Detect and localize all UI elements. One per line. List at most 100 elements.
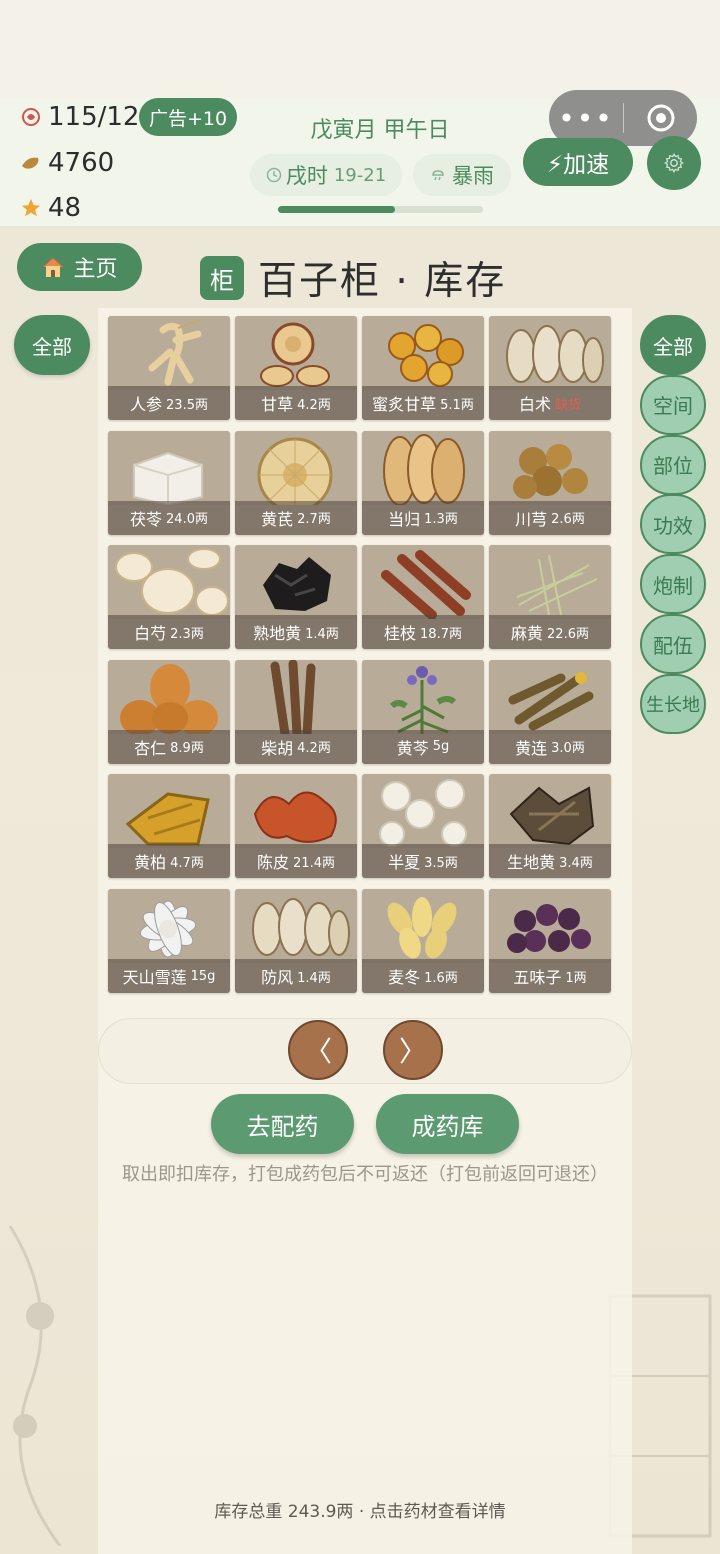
- weather-chip: 暴雨: [413, 154, 511, 196]
- home-button[interactable]: 主页: [17, 243, 142, 291]
- herb-label: 麻黄 22.6两: [489, 615, 611, 650]
- herb-label: 黄芪 2.7两: [235, 500, 357, 535]
- herb-card[interactable]: 五味子 1两: [489, 889, 611, 993]
- next-page-button[interactable]: 〉: [383, 1020, 443, 1080]
- herb-image: [362, 889, 484, 963]
- left-filter-all[interactable]: 全部: [14, 315, 90, 375]
- herb-quantity: 1.4两: [305, 626, 339, 642]
- category-tab-2[interactable]: 部位: [640, 434, 706, 495]
- time-range: 19-21: [333, 164, 387, 186]
- category-tab-1[interactable]: 空间: [640, 374, 706, 435]
- herb-name: 五味子: [513, 968, 562, 987]
- dispense-button[interactable]: 去配药: [211, 1094, 354, 1154]
- herb-quantity: 2.3两: [170, 626, 204, 642]
- herb-label: 杏仁 8.9两: [108, 729, 230, 764]
- speed-up-button[interactable]: ⚡加速: [523, 138, 633, 186]
- herb-label: 川芎 2.6两: [489, 500, 611, 535]
- settings-button[interactable]: [647, 136, 701, 190]
- herb-card[interactable]: 黄柏 4.7两: [108, 774, 230, 879]
- herb-label: 桂枝 18.7两: [362, 615, 484, 650]
- herb-card[interactable]: 杏仁 8.9两: [108, 659, 230, 764]
- stars-value: 48: [48, 193, 82, 223]
- category-tab-3[interactable]: 功效: [640, 494, 706, 555]
- herb-card[interactable]: 甘草 4.2两: [235, 316, 357, 420]
- dispense-hint: 取出即扣库存，打包成药包后不可返还（打包前返回可退还）: [122, 1164, 608, 1185]
- more-menu-button[interactable]: •••: [549, 102, 623, 135]
- inventory-footer: 库存总重 243.9两 · 点击药材查看详情: [214, 1502, 506, 1522]
- cabinet-badge: 柜: [200, 256, 244, 300]
- target-icon: [647, 104, 674, 132]
- herb-card[interactable]: 当归 1.3两: [362, 430, 484, 535]
- herb-card[interactable]: 熟地黄 1.4两: [235, 545, 357, 650]
- herb-name: 白芍: [134, 624, 167, 644]
- herb-card[interactable]: 白芍 2.3两: [108, 545, 230, 650]
- herb-name: 甘草: [261, 395, 294, 414]
- herb-name: 柴胡: [261, 738, 294, 758]
- herb-image: [108, 659, 230, 736]
- herb-label: 当归 1.3两: [362, 500, 484, 535]
- herb-name: 防风: [261, 968, 294, 987]
- herb-name: 桂枝: [384, 624, 417, 644]
- herb-card[interactable]: 川芎 2.6两: [489, 430, 611, 535]
- herb-card[interactable]: 黄芩 5g: [362, 659, 484, 764]
- herb-label: 黄连 3.0两: [489, 729, 611, 764]
- category-tab-0[interactable]: 全部: [640, 315, 706, 375]
- out-of-stock-badge: 缺货: [555, 397, 582, 413]
- herb-name: 陈皮: [257, 853, 290, 873]
- herb-name: 天山雪莲: [122, 968, 187, 987]
- herb-name: 白术: [518, 395, 551, 414]
- pager-bar: [98, 1018, 632, 1084]
- herb-card[interactable]: 黄连 3.0两: [489, 659, 611, 764]
- herb-card[interactable]: 人参 23.5两: [108, 316, 230, 420]
- top-blank-area: [0, 0, 720, 100]
- herb-quantity: 2.6两: [551, 512, 585, 528]
- herb-image: [489, 430, 611, 505]
- herb-name: 麻黄: [511, 624, 544, 644]
- herb-image: [235, 316, 357, 390]
- herb-quantity: 23.5两: [166, 397, 208, 413]
- close-miniprogram-button[interactable]: [624, 102, 697, 134]
- herb-card[interactable]: 蜜炙甘草 5.1两: [362, 316, 484, 420]
- herb-label: 熟地黄 1.4两: [235, 615, 357, 650]
- herb-quantity: 18.7两: [420, 626, 462, 642]
- finished-medicine-button[interactable]: 成药库: [376, 1094, 519, 1154]
- herb-image: [489, 889, 611, 963]
- herb-card[interactable]: 茯苓 24.0两: [108, 430, 230, 535]
- herb-name: 熟地黄: [253, 624, 302, 644]
- herb-label: 蜜炙甘草 5.1两: [362, 386, 484, 420]
- herb-card[interactable]: 桂枝 18.7两: [362, 545, 484, 650]
- herb-name: 黄连: [515, 738, 548, 758]
- herb-image: [235, 659, 357, 739]
- herb-quantity: 8.9两: [170, 741, 204, 757]
- herb-card[interactable]: 防风 1.4两: [235, 889, 357, 993]
- herb-quantity: 3.0两: [551, 741, 585, 757]
- herb-card[interactable]: 黄芪 2.7两: [235, 430, 357, 535]
- herb-image: [362, 430, 484, 506]
- category-tab-4[interactable]: 炮制: [640, 554, 706, 615]
- herb-name: 杏仁: [134, 738, 167, 758]
- herb-name: 黄芩: [396, 738, 429, 758]
- herb-image: [235, 545, 357, 620]
- herb-quantity: 1.3两: [424, 512, 458, 528]
- category-tab-6[interactable]: 生长地: [640, 673, 706, 734]
- star-icon: [20, 197, 42, 219]
- herb-image: [108, 774, 230, 849]
- herb-card[interactable]: 柴胡 4.2两: [235, 659, 357, 764]
- herb-image: [108, 889, 230, 963]
- herb-name: 黄柏: [134, 853, 167, 873]
- category-tab-5[interactable]: 配伍: [640, 614, 706, 674]
- herb-image: [489, 316, 611, 390]
- weather-label: 暴雨: [452, 164, 494, 188]
- prev-page-button[interactable]: 〈: [288, 1020, 348, 1080]
- herb-card[interactable]: 天山雪莲 15g: [108, 889, 230, 993]
- herb-card[interactable]: 生地黄 3.4两: [489, 774, 611, 879]
- herb-name: 当归: [388, 509, 421, 529]
- day-progress-fill: [278, 206, 395, 213]
- herb-quantity: 4.7两: [170, 855, 204, 871]
- herb-card[interactable]: 麦冬 1.6两: [362, 889, 484, 993]
- herb-quantity: 21.4两: [293, 855, 335, 871]
- herb-card[interactable]: 白术 缺货: [489, 316, 611, 420]
- herb-card[interactable]: 陈皮 21.4两: [235, 774, 357, 879]
- herb-card[interactable]: 半夏 3.5两: [362, 774, 484, 879]
- herb-card[interactable]: 麻黄 22.6两: [489, 545, 611, 650]
